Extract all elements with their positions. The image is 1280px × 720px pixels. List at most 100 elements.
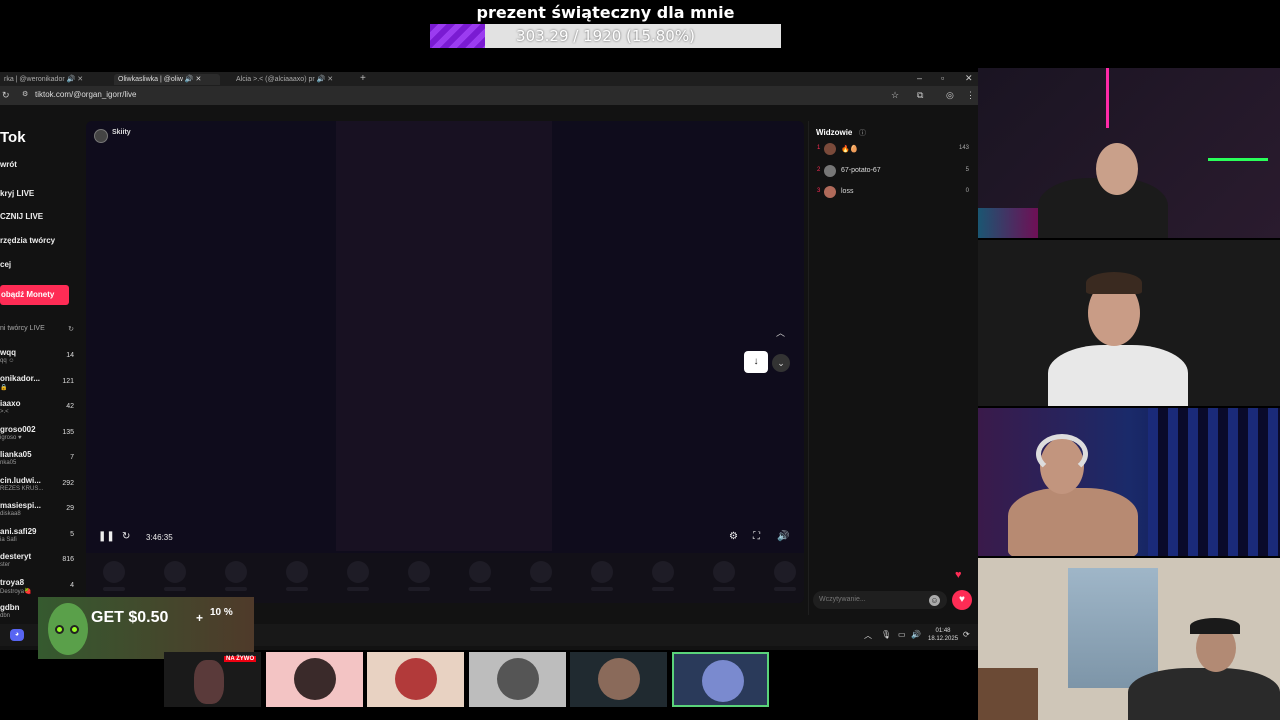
browser-tab[interactable]: rka | @weronikador 🔊 ✕ xyxy=(0,74,92,85)
close-icon[interactable]: ✕ xyxy=(965,73,973,84)
viewer-row[interactable]: 1 🔥🥚 143 xyxy=(809,141,977,157)
nav-creator-tools[interactable]: rzędzia twórcy xyxy=(0,236,55,245)
thumbnail[interactable]: NA ŻYWO xyxy=(164,652,261,707)
chevron-down-icon[interactable]: ⌄ xyxy=(772,354,790,372)
pause-icon[interactable]: ❚❚ xyxy=(98,531,115,542)
following-subtitle: igroso ♥ xyxy=(0,434,22,441)
gift-placeholder[interactable] xyxy=(347,561,369,583)
person-body xyxy=(1048,345,1188,406)
gift-placeholder[interactable] xyxy=(591,561,613,583)
chevron-up-icon[interactable]: ︿ xyxy=(776,326,785,339)
site-info-icon[interactable]: ⚙ xyxy=(22,90,28,98)
nav-start-live[interactable]: CZNIJ LIVE xyxy=(0,212,43,221)
tiktok-logo[interactable]: Tok xyxy=(0,129,26,146)
following-item[interactable]: desteryt ster 816 xyxy=(0,552,74,577)
download-icon[interactable]: ↓ xyxy=(744,351,768,373)
neon-light xyxy=(1106,68,1109,128)
settings-icon[interactable]: ⚙ xyxy=(729,531,738,542)
gift-placeholder[interactable] xyxy=(713,561,735,583)
new-tab-icon[interactable]: + xyxy=(360,73,366,84)
following-header: ni twórcy LIVE ↻ xyxy=(0,325,74,333)
address-bar[interactable]: ↻ ⚙ tiktok.com/@organ_igorr/live ☆ ⧉ ◎ ⋮ xyxy=(0,86,978,105)
host-avatar[interactable] xyxy=(94,129,108,143)
viewer-name: 67-potato-67 xyxy=(841,167,881,174)
following-item[interactable]: cin.ludwi... REZES KRUS... 292 xyxy=(0,476,74,501)
browser-tab[interactable]: Oliwkasliwka | @oliw 🔊 ✕ xyxy=(114,74,220,85)
profile-icon[interactable]: ◎ xyxy=(946,90,954,101)
gift-placeholder[interactable] xyxy=(652,561,674,583)
viewer-row[interactable]: 2 67-potato-67 5 xyxy=(809,163,977,179)
following-item[interactable]: wqq qq ☺ 14 xyxy=(0,348,74,373)
following-item[interactable]: lianka05 nka05 7 xyxy=(0,450,74,475)
chat-input[interactable]: Wczytywanie... xyxy=(813,591,947,609)
gift-label-placeholder xyxy=(591,587,613,591)
live-badge: NA ŻYWO xyxy=(224,656,257,662)
following-name: groso002 xyxy=(0,424,36,434)
emoji-icon[interactable]: ☺ xyxy=(929,595,940,606)
gift-placeholder[interactable] xyxy=(469,561,491,583)
gift-label-placeholder xyxy=(530,587,552,591)
following-subtitle: ia Safi xyxy=(0,536,17,543)
webcam-2 xyxy=(978,240,1280,406)
menu-icon[interactable]: ⋮ xyxy=(966,90,975,101)
fullscreen-icon[interactable]: ⛶ xyxy=(753,531,760,542)
timecode: 3:46:35 xyxy=(146,533,173,542)
gift-placeholder[interactable] xyxy=(225,561,247,583)
minimize-icon[interactable]: – xyxy=(917,73,922,83)
gift-bar xyxy=(86,553,804,603)
help-icon[interactable]: ⓘ xyxy=(859,128,866,138)
nav-back[interactable]: wrót xyxy=(0,160,17,169)
microphone-icon[interactable]: 🎙 xyxy=(881,630,891,639)
taskbar-clock[interactable]: 01:48 18.12.2025 xyxy=(928,627,958,643)
mascot-eye xyxy=(70,625,79,634)
gift-placeholder[interactable] xyxy=(286,561,308,583)
thumbnail[interactable] xyxy=(570,652,667,707)
viewer-row[interactable]: 3 loss 0 xyxy=(809,184,977,200)
thumbnail[interactable] xyxy=(367,652,464,707)
gift-placeholder[interactable] xyxy=(408,561,430,583)
notification-icon[interactable]: ⟳ xyxy=(963,630,970,639)
stream-layout: prezent świąteczny dla mnie 303.29 / 192… xyxy=(0,0,1280,720)
gift-placeholder[interactable] xyxy=(774,561,796,583)
maximize-icon[interactable]: ▫ xyxy=(941,73,944,83)
live-player[interactable]: Skiity ︿ ↓ ⌄ ❚❚ ↻ 3:46:35 ⚙ ⛶ 🔊 xyxy=(86,121,804,603)
discord-icon[interactable]: ◕ xyxy=(10,629,24,641)
monitor-icon[interactable]: ▭ xyxy=(898,630,906,639)
gift-placeholder[interactable] xyxy=(530,561,552,583)
following-item[interactable]: onikador... 🔒 121 xyxy=(0,374,74,399)
following-item[interactable]: masiespi... diskaa8 29 xyxy=(0,501,74,526)
refresh-icon[interactable]: ↻ xyxy=(68,325,74,333)
extensions-icon[interactable]: ⧉ xyxy=(917,90,923,101)
promo-banner[interactable]: GET $0.50 + 10 % xyxy=(38,597,254,659)
reload-icon[interactable]: ↻ xyxy=(2,90,10,101)
speaker-icon[interactable]: 🔊 xyxy=(911,630,921,639)
url-text[interactable]: tiktok.com/@organ_igorr/live xyxy=(35,90,137,99)
gift-label-placeholder xyxy=(286,587,308,591)
bookmark-star-icon[interactable]: ☆ xyxy=(891,90,899,101)
gift-placeholder[interactable] xyxy=(164,561,186,583)
browser-tab[interactable]: Alcia >.< (@alciaaaxo) pr 🔊 ✕ xyxy=(232,74,350,85)
following-subtitle: diskaa8 xyxy=(0,511,21,517)
following-subtitle: ster xyxy=(0,562,11,568)
following-item[interactable]: ani.safi29 ia Safi 5 xyxy=(0,527,74,552)
following-item[interactable]: iaaxo >.< 42 xyxy=(0,399,74,424)
webcam-4 xyxy=(978,558,1280,720)
replay-icon[interactable]: ↻ xyxy=(122,531,130,542)
gift-placeholder[interactable] xyxy=(103,561,125,583)
following-name: cin.ludwi... xyxy=(0,475,41,485)
like-button[interactable]: ♥ xyxy=(952,590,972,610)
thumbnail[interactable] xyxy=(266,652,363,707)
get-coins-button[interactable]: obądź Monety xyxy=(0,285,69,305)
curtain xyxy=(1148,408,1280,556)
volume-icon[interactable]: 🔊 xyxy=(777,531,789,542)
chevron-up-icon[interactable]: ︿ xyxy=(864,630,872,641)
thumbnail-selected[interactable] xyxy=(672,652,769,707)
nav-more[interactable]: cej xyxy=(0,260,11,269)
viewers-title: Widzowie xyxy=(816,128,853,137)
host-name[interactable]: Skiity xyxy=(112,129,131,136)
following-item[interactable]: groso002 igroso ♥ 135 xyxy=(0,425,74,450)
thumbnail[interactable] xyxy=(469,652,566,707)
viewer-count: 7 xyxy=(70,454,74,461)
nav-discover-live[interactable]: kryj LIVE xyxy=(0,189,34,198)
viewer-count: 14 xyxy=(66,352,74,359)
